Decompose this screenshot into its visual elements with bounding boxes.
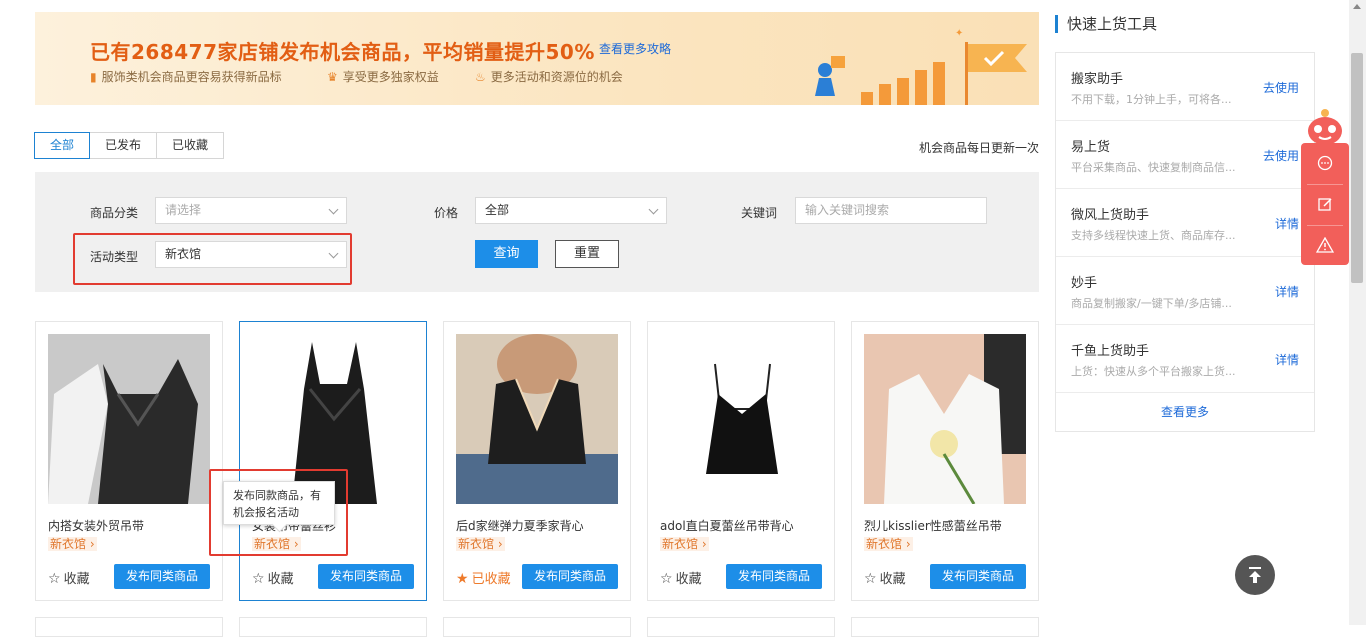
- tooltip: 发布同款商品，有机会报名活动: [223, 481, 335, 525]
- tool-detail-link[interactable]: 详情: [1275, 351, 1299, 368]
- product-image: [252, 334, 414, 504]
- star-icon: ☆: [48, 571, 61, 587]
- product-card-partial: [35, 617, 223, 637]
- update-note: 机会商品每日更新一次: [918, 141, 1039, 155]
- keyword-label: 关键词: [741, 206, 778, 220]
- product-image: [48, 334, 210, 504]
- scroll-up-arrow[interactable]: [1353, 4, 1361, 9]
- favorite-button[interactable]: ☆ 收藏: [252, 568, 294, 587]
- tool-detail-link[interactable]: 详情: [1275, 283, 1299, 300]
- product-image: [456, 334, 618, 504]
- favorite-button[interactable]: ☆ 收藏: [864, 568, 906, 587]
- publish-similar-button[interactable]: 发布同类商品: [318, 564, 414, 589]
- mascot-icon: [1308, 109, 1342, 145]
- activity-tag: 新衣馆 ›: [864, 537, 913, 551]
- star-icon: ☆: [864, 571, 877, 587]
- favorite-button[interactable]: ☆ 收藏: [660, 568, 702, 587]
- product-card-partial: [647, 617, 835, 637]
- price-select[interactable]: 全部: [475, 197, 667, 224]
- product-image: [660, 334, 822, 504]
- product-title: 内搭女装外贸吊带: [48, 519, 145, 533]
- tab-all[interactable]: 全部: [34, 132, 91, 159]
- product-card[interactable]: 女装吊带蕾丝衫 新衣馆 › ☆ 收藏 发布同类商品: [239, 321, 427, 601]
- promo-banner: 已有268477家店铺发布机会商品，平均销量提升50% 查看更多攻略 ▮ 服饰类…: [35, 12, 1039, 105]
- banner-more-link[interactable]: 查看更多攻略: [599, 40, 671, 57]
- publish-similar-button[interactable]: 发布同类商品: [930, 564, 1026, 589]
- tool-item: 微风上货助手 支持多线程快速上货、商品库存... 详情: [1056, 189, 1314, 257]
- banner-feature-3: ♨ 更多活动和资源位的机会: [475, 69, 623, 85]
- activity-type-label: 活动类型: [90, 250, 139, 264]
- activity-type-select[interactable]: 新衣馆: [155, 241, 347, 268]
- bookmark-icon: ▮: [90, 69, 97, 84]
- publish-similar-button[interactable]: 发布同类商品: [522, 564, 618, 589]
- star-filled-icon: ★: [456, 571, 469, 587]
- product-title: adol直白夏蕾丝吊带背心: [660, 519, 794, 533]
- product-title: 后d家继弹力夏季家背心: [456, 519, 584, 533]
- product-card-partial: [851, 617, 1039, 637]
- edit-icon[interactable]: [1301, 184, 1349, 224]
- tab-published[interactable]: 已发布: [89, 132, 158, 159]
- fire-icon: ♨: [475, 69, 486, 84]
- svg-text:✦: ✦: [955, 28, 963, 39]
- publish-similar-button[interactable]: 发布同类商品: [114, 564, 210, 589]
- price-label: 价格: [434, 206, 459, 220]
- tool-item: 易上货 平台采集商品、快速复制商品信... 去使用: [1056, 121, 1314, 189]
- arrow-up-icon: [1249, 567, 1261, 583]
- crown-icon: ♛: [327, 69, 338, 84]
- publish-similar-button[interactable]: 发布同类商品: [726, 564, 822, 589]
- tool-item: 妙手 商品复制搬家/一键下单/多店铺... 详情: [1056, 257, 1314, 325]
- tool-use-link[interactable]: 去使用: [1263, 79, 1299, 96]
- tool-item: 千鱼上货助手 上货：快速从多个平台搬家上货... 详情: [1056, 325, 1314, 393]
- product-card[interactable]: adol直白夏蕾丝吊带背心 新衣馆 › ☆ 收藏 发布同类商品: [647, 321, 835, 601]
- tab-favorited[interactable]: 已收藏: [156, 132, 225, 159]
- activity-tag: 新衣馆 ›: [48, 537, 97, 551]
- scroll-thumb[interactable]: [1351, 53, 1363, 283]
- floating-toolbar: [1301, 143, 1349, 265]
- activity-tag: 新衣馆 ›: [252, 537, 301, 551]
- activity-tag: 新衣馆 ›: [456, 537, 505, 551]
- filter-panel: 商品分类 请选择 价格 全部 关键词 输入关键词搜索 活动类型 新衣馆 查询 重…: [35, 172, 1039, 292]
- chevron-down-icon: [648, 204, 659, 215]
- warning-icon[interactable]: [1301, 225, 1349, 265]
- favorite-button[interactable]: ★ 已收藏: [456, 568, 511, 587]
- favorite-button[interactable]: ☆ 收藏: [48, 568, 90, 587]
- banner-feature-1: ▮ 服饰类机会商品更容易获得新品标: [90, 69, 282, 85]
- tool-item: 搬家助手 不用下载，1分钟上手，可将各... 去使用: [1056, 53, 1314, 121]
- status-tabs: 全部 已发布 已收藏: [34, 132, 225, 159]
- category-label: 商品分类: [90, 206, 139, 220]
- product-image: [864, 334, 1026, 504]
- reset-button[interactable]: 重置: [555, 240, 619, 268]
- product-card[interactable]: 内搭女装外贸吊带 新衣馆 › ☆ 收藏 发布同类商品: [35, 321, 223, 601]
- chevron-down-icon: [328, 204, 339, 215]
- product-card[interactable]: 烈儿kisslier性感蕾丝吊带 新衣馆 › ☆ 收藏 发布同类商品: [851, 321, 1039, 601]
- tool-use-link[interactable]: 去使用: [1263, 147, 1299, 164]
- tool-detail-link[interactable]: 详情: [1275, 215, 1299, 232]
- tools-panel: 搬家助手 不用下载，1分钟上手，可将各... 去使用 易上货 平台采集商品、快速…: [1055, 52, 1315, 432]
- growth-illustration: ✦: [815, 28, 1027, 105]
- chat-icon[interactable]: [1301, 143, 1349, 183]
- chevron-down-icon: [328, 248, 339, 259]
- scrollbar[interactable]: [1349, 0, 1366, 625]
- category-select[interactable]: 请选择: [155, 197, 347, 224]
- activity-tag: 新衣馆 ›: [660, 537, 709, 551]
- star-icon: ☆: [252, 571, 265, 587]
- product-title: 烈儿kisslier性感蕾丝吊带: [864, 519, 1002, 533]
- keyword-input[interactable]: 输入关键词搜索: [795, 197, 987, 224]
- star-icon: ☆: [660, 571, 673, 587]
- side-title: 快速上货工具: [1055, 15, 1157, 33]
- product-card-partial: [443, 617, 631, 637]
- banner-title: 已有268477家店铺发布机会商品，平均销量提升50%: [90, 40, 595, 64]
- back-to-top-button[interactable]: [1235, 555, 1275, 595]
- banner-feature-2: ♛ 享受更多独家权益: [327, 69, 439, 85]
- product-card[interactable]: 后d家继弹力夏季家背心 新衣馆 › ★ 已收藏 发布同类商品: [443, 321, 631, 601]
- product-card-partial: [239, 617, 427, 637]
- query-button[interactable]: 查询: [475, 240, 538, 268]
- view-more-link[interactable]: 查看更多: [1056, 403, 1314, 420]
